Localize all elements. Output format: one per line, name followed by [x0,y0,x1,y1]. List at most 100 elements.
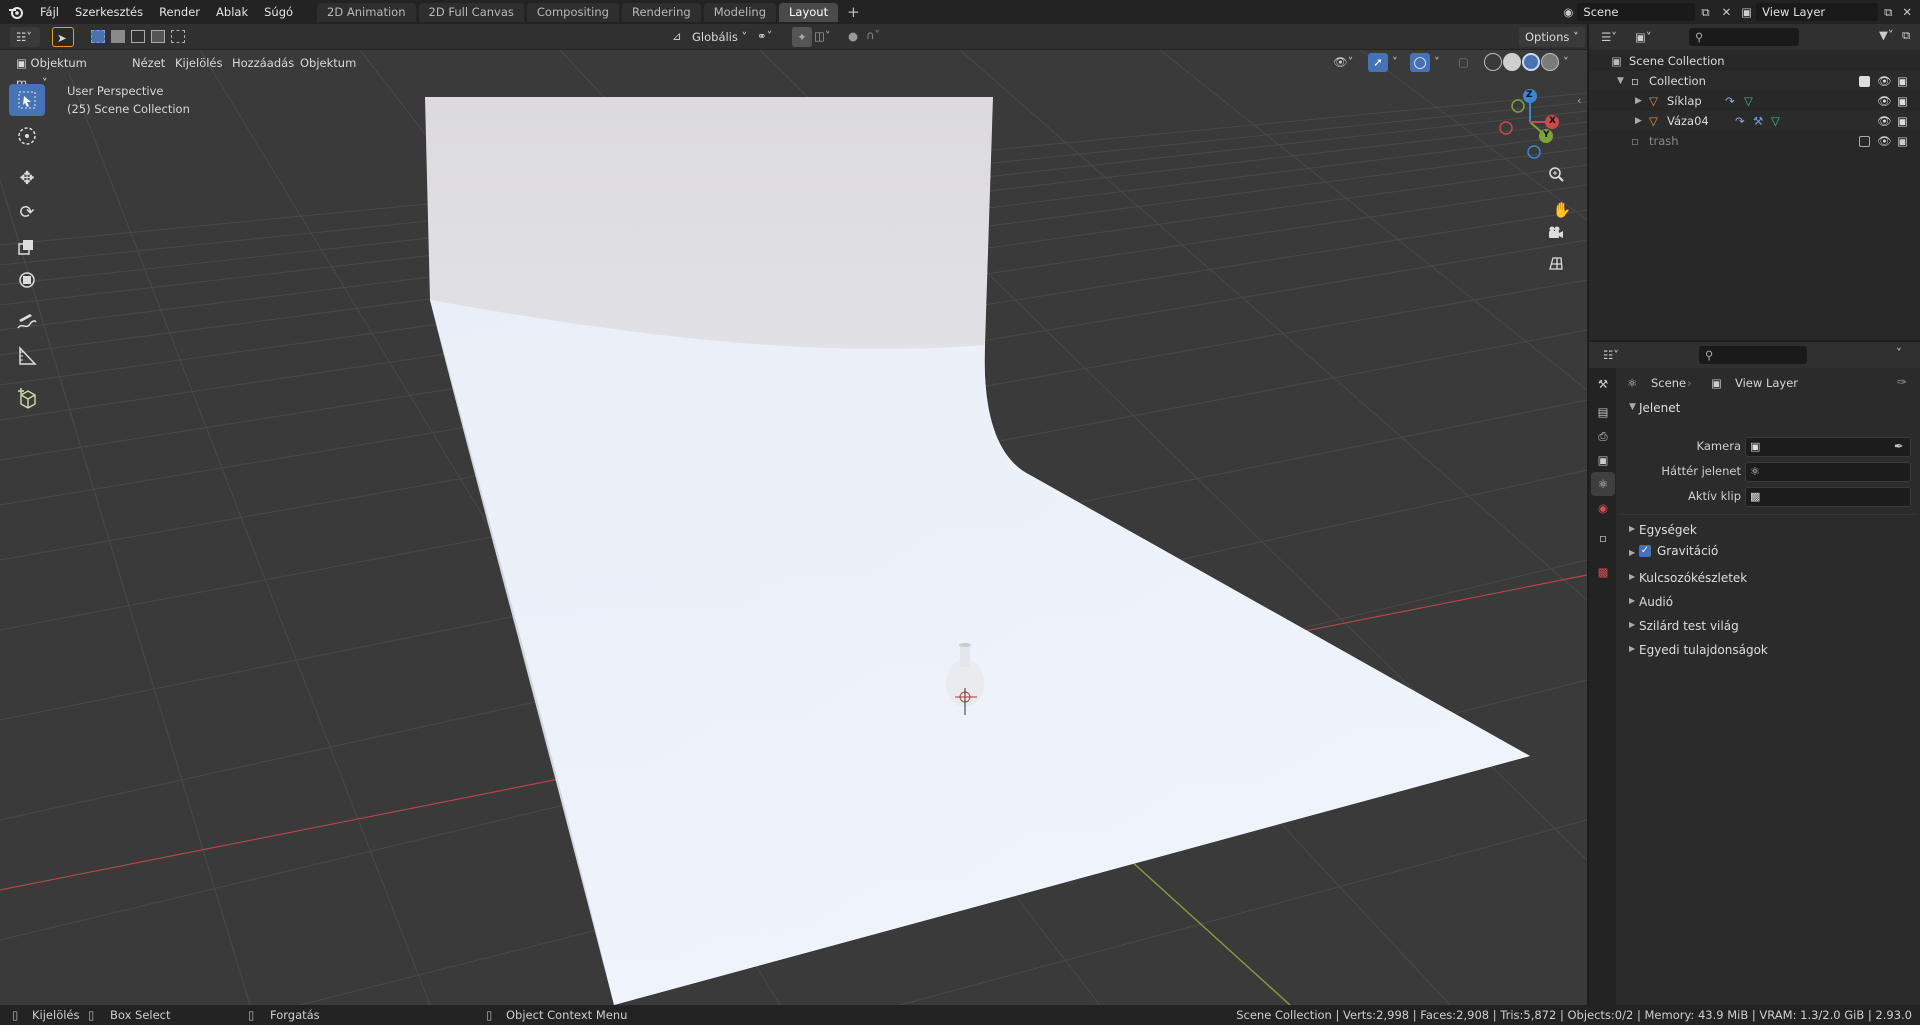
overlays-dropdown-icon[interactable]: ˅ [1434,55,1440,69]
add-cube-tool-icon[interactable] [9,382,45,414]
outliner-display-mode-icon[interactable]: ▣˅ [1629,27,1658,47]
visibility-eye-icon[interactable]: 👁˅ [1333,55,1353,69]
scene-type-icon[interactable]: ◉ [1559,5,1577,19]
outliner-row-trash[interactable]: ▫ trash 👁 ▣ [1589,131,1920,151]
scene-name-field[interactable]: Scene [1577,3,1696,21]
tab-2d-animation[interactable]: 2D Animation [317,2,416,22]
properties-search-input[interactable]: ⚲ [1699,346,1807,364]
ortho-grid-icon[interactable] [1548,256,1576,284]
render-camera-icon[interactable]: ▣ [1897,91,1908,111]
collection-tab-icon[interactable]: ▫ [1591,526,1615,550]
mesh-data-icon[interactable]: ▽ [1744,91,1753,111]
mesh-data-icon[interactable]: ▽ [1771,111,1780,131]
eyedropper-icon[interactable]: ✒ [1894,439,1904,453]
gizmo-dropdown-icon[interactable]: ˅ [1392,55,1398,69]
transform-tool-icon[interactable] [9,264,45,296]
panel-rigid-body-world[interactable]: Szilárd test világ [1639,615,1739,637]
active-clip-field[interactable]: ▩ [1745,487,1911,507]
panel-expand-arrow-icon[interactable]: ▶ [1629,620,1635,629]
eye-icon[interactable]: 👁 [1877,71,1892,91]
panel-audio[interactable]: Audió [1639,591,1673,613]
panel-custom-properties[interactable]: Egyedi tulajdonságok [1639,639,1768,661]
menu-edit[interactable]: Szerkesztés [67,0,151,24]
eye-icon[interactable]: 👁 [1877,111,1892,131]
menu-help[interactable]: Súgó [256,0,301,24]
rotate-tool-icon[interactable]: ⟳ [9,196,45,228]
select-mode-extend-icon[interactable] [111,30,125,43]
select-mode-subtract-icon[interactable] [131,30,145,43]
panel-expand-arrow-icon[interactable]: ▶ [1629,572,1635,581]
outliner-row-collection[interactable]: ▼ ▫ Collection 👁 ▣ [1589,71,1920,91]
panel-units[interactable]: Egységek [1639,519,1697,541]
outliner-row-siklap[interactable]: ▶ ▽ Síklap ↷ ▽ 👁 ▣ [1589,91,1920,111]
panel-expand-arrow-icon[interactable]: ▶ [1629,644,1635,653]
outliner-row-scene-collection[interactable]: ▣ Scene Collection [1589,51,1920,71]
view-layer-field[interactable]: View Layer [1756,3,1879,21]
view-layer-tab-icon[interactable]: ▣ [1591,448,1615,472]
panel-gravity[interactable]: Gravitáció [1657,540,1718,562]
exclude-checkbox[interactable] [1859,136,1870,147]
new-collection-icon[interactable]: ⧉ [1902,28,1910,43]
menu-render[interactable]: Render [151,0,208,24]
proportional-falloff-icon[interactable]: ∩˅ [866,28,880,42]
proportional-edit-icon[interactable]: ● [848,29,858,43]
panel-expand-arrow-icon[interactable]: ▶ [1629,548,1635,557]
shading-wireframe-icon[interactable] [1484,53,1502,71]
options-dropdown[interactable]: Options ˅ [1519,27,1585,47]
expand-arrow-icon[interactable]: ▶ [1635,91,1642,111]
output-tab-icon[interactable]: ⎙ [1591,424,1615,448]
interaction-mode-dropdown[interactable]: ▣ Objektum m... ˅ [10,53,118,90]
select-box-tool-icon[interactable] [9,84,45,116]
outliner-search-input[interactable]: ⚲ [1689,28,1799,46]
panel-title-scene[interactable]: Jelenet [1639,397,1680,419]
background-scene-field[interactable]: ⚛ [1745,462,1911,482]
overlays-toggle-icon[interactable]: ◯ [1410,53,1430,72]
expand-arrow-icon[interactable]: ▼ [1617,71,1624,91]
tool-tab-icon[interactable]: ⚒ [1591,372,1615,396]
camera-field[interactable]: ▣ ✒ [1745,437,1911,457]
tab-compositing[interactable]: Compositing [526,2,619,22]
xray-toggle-icon[interactable]: ▢ [1458,55,1469,69]
zoom-icon[interactable] [1548,166,1576,194]
menu-window[interactable]: Ablak [208,0,256,24]
eye-icon[interactable]: 👁 [1877,131,1892,151]
panel-keying-sets[interactable]: Kulcsozókészletek [1639,567,1747,589]
pin-icon[interactable]: ✑ [1897,375,1907,389]
render-camera-icon[interactable]: ▣ [1897,71,1908,91]
delete-view-layer-icon[interactable]: ✕ [1898,5,1920,19]
orientation-dropdown[interactable]: Globális ˅ [688,27,751,47]
render-camera-icon[interactable]: ▣ [1897,131,1908,151]
orientation-icon[interactable]: ⊿ [672,29,682,43]
cursor-tool-icon[interactable] [9,120,45,152]
shading-rendered-icon[interactable] [1541,53,1559,71]
shading-material-icon[interactable] [1522,53,1540,71]
render-camera-icon[interactable]: ▣ [1897,111,1908,131]
select-mode-new-icon[interactable] [91,30,105,43]
scene-tab-icon[interactable]: ⚛ [1591,472,1615,496]
world-tab-icon[interactable]: ◉ [1591,496,1615,520]
modifier-tool-icon[interactable]: ⚒ [1753,111,1763,131]
gravity-checkbox[interactable]: ✓ [1639,545,1651,557]
measure-tool-icon[interactable] [9,340,45,372]
snap-toggle-icon[interactable]: ✦ [792,27,812,47]
menu-add[interactable]: Hozzáadás [228,53,298,73]
menu-file[interactable]: Fájl [32,0,67,24]
scale-tool-icon[interactable] [9,230,45,262]
select-mode-intersect-icon[interactable] [171,30,185,43]
properties-options-icon[interactable]: ˅ [1896,346,1902,360]
menu-select[interactable]: Kijelölés [171,53,227,73]
add-workspace-icon[interactable]: + [841,3,866,21]
new-scene-icon[interactable]: ⧉ [1695,5,1715,20]
blender-logo-icon[interactable] [0,4,32,20]
tab-modeling[interactable]: Modeling [703,2,777,22]
eye-icon[interactable]: 👁 [1877,91,1892,111]
new-view-layer-icon[interactable]: ⧉ [1878,5,1898,20]
snap-target-icon[interactable]: ◫˅ [814,29,831,43]
view-layer-type-icon[interactable]: ▣ [1737,5,1756,19]
pan-hand-icon[interactable]: ✋ [1548,196,1576,224]
sidebar-toggle-icon[interactable]: ‹ [1577,94,1581,107]
menu-view[interactable]: Nézet [128,53,169,73]
outliner-row-vaza04[interactable]: ▶ ▽ Váza04 ↷ ⚒ ▽ 👁 ▣ [1589,111,1920,131]
outliner-filter-icon[interactable]: ▼˅ [1879,28,1894,42]
modifier-wrench-icon[interactable]: ↷ [1735,111,1745,131]
